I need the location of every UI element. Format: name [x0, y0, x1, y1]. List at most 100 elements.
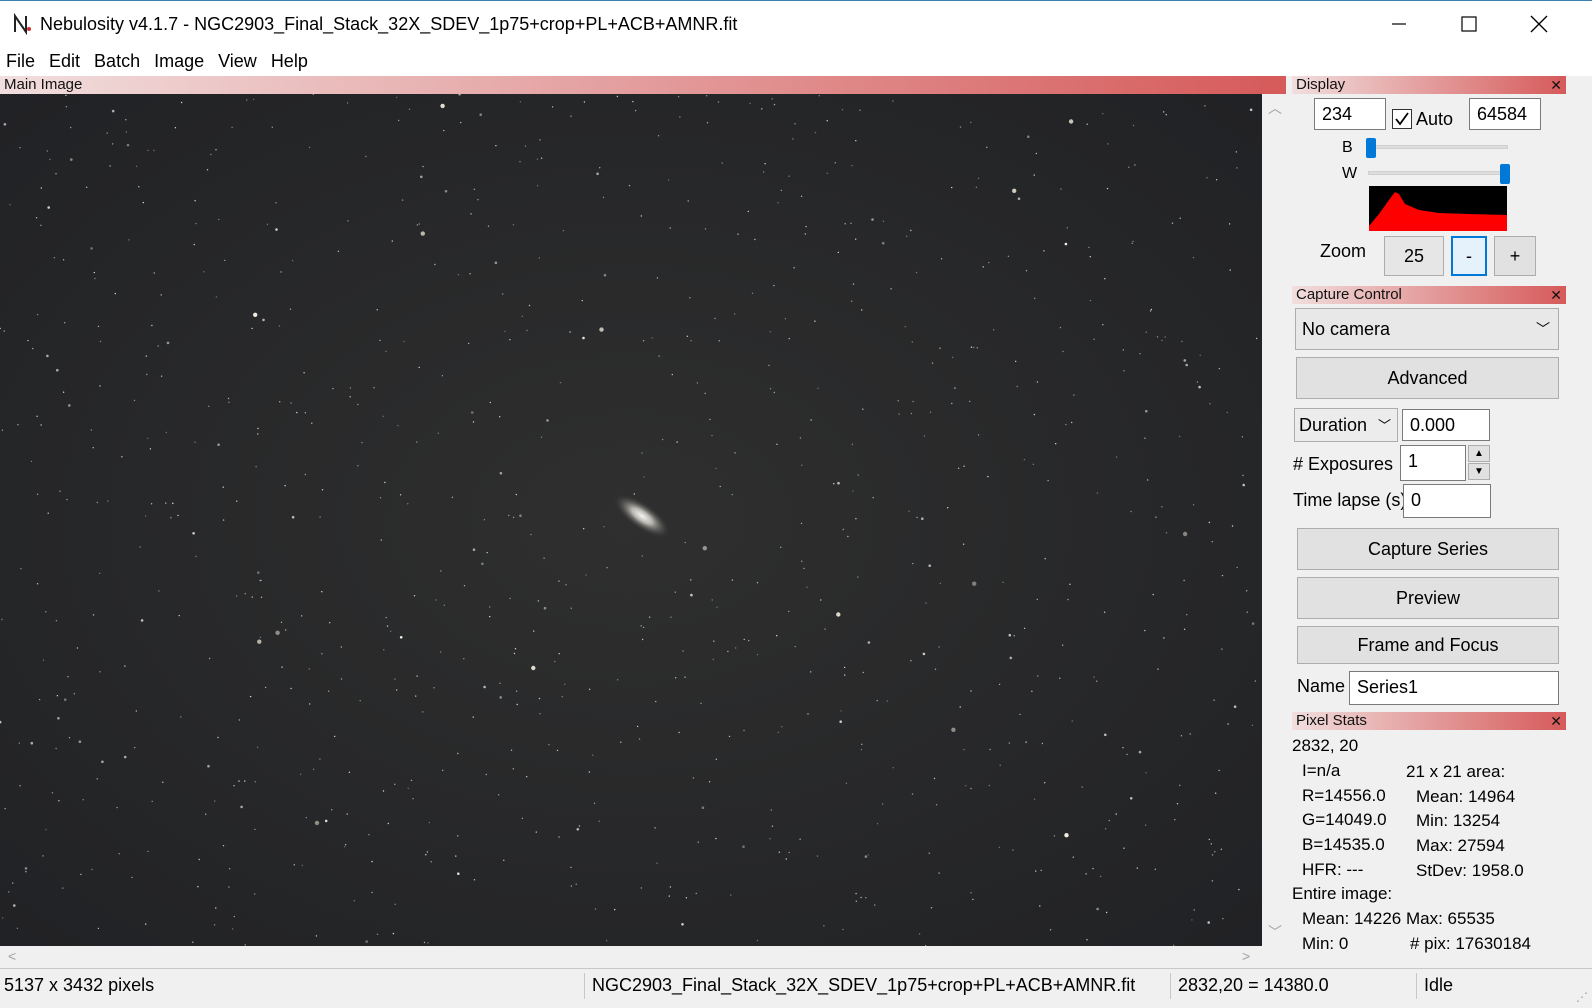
star — [1198, 385, 1201, 389]
vertical-scrollbar[interactable]: ︿ ﹀ — [1262, 94, 1286, 946]
white-point-field[interactable]: 64584 — [1469, 98, 1541, 130]
star — [86, 186, 88, 188]
star — [62, 391, 65, 393]
star — [556, 749, 559, 752]
star — [1145, 772, 1147, 774]
exposures-field[interactable]: 1 — [1400, 445, 1466, 481]
capture-series-button[interactable]: Capture Series — [1297, 528, 1559, 570]
star — [149, 448, 152, 450]
star — [935, 804, 938, 806]
exposures-increment-button[interactable]: ▲ — [1468, 445, 1490, 462]
star — [271, 126, 273, 128]
resize-grip-icon[interactable]: ⋰ — [1576, 990, 1588, 1004]
star — [178, 614, 180, 617]
spin-up-icon: ▲ — [1474, 448, 1484, 459]
star — [125, 131, 128, 133]
star — [324, 819, 328, 823]
scroll-up-icon[interactable]: ︿ — [1268, 98, 1282, 118]
star — [1229, 269, 1231, 271]
star — [855, 238, 857, 240]
star — [708, 781, 711, 783]
maximize-icon — [1461, 16, 1477, 32]
star — [59, 490, 61, 492]
display-panel-header: Display ✕ — [1292, 76, 1566, 94]
star — [224, 259, 226, 262]
star — [249, 695, 252, 698]
scroll-right-icon[interactable]: > — [1242, 948, 1250, 964]
star — [614, 908, 616, 911]
star — [73, 693, 76, 695]
star — [1086, 939, 1088, 941]
close-window-button[interactable] — [1504, 1, 1574, 47]
star — [359, 700, 361, 702]
star — [1064, 833, 1069, 838]
star — [540, 157, 543, 159]
star — [778, 851, 780, 853]
capture-close-icon[interactable]: ✕ — [1550, 286, 1562, 304]
preview-button[interactable]: Preview — [1297, 577, 1559, 619]
zoom-out-button[interactable]: - — [1451, 236, 1487, 276]
star — [299, 773, 302, 775]
frame-and-focus-button[interactable]: Frame and Focus — [1297, 626, 1559, 664]
star — [246, 99, 248, 101]
star — [855, 140, 857, 142]
star — [280, 271, 282, 273]
zoom-in-button[interactable]: + — [1494, 236, 1536, 276]
main-image-canvas[interactable] — [0, 94, 1262, 946]
w-slider-thumb[interactable] — [1500, 164, 1511, 184]
star — [90, 247, 93, 250]
duration-field[interactable]: 0.000 — [1402, 409, 1490, 441]
star — [150, 503, 153, 505]
star — [704, 392, 706, 395]
star — [730, 894, 732, 896]
star — [1092, 867, 1094, 870]
scroll-down-icon[interactable]: ﹀ — [1268, 922, 1282, 942]
star — [47, 512, 49, 514]
scroll-left-icon[interactable]: < — [8, 948, 16, 964]
black-point-field[interactable]: 234 — [1314, 98, 1386, 130]
advanced-button[interactable]: Advanced — [1296, 357, 1559, 399]
menu-image[interactable]: Image — [154, 51, 204, 72]
auto-checkbox[interactable] — [1392, 109, 1412, 129]
star — [347, 220, 349, 222]
star — [415, 695, 417, 697]
star — [682, 650, 684, 652]
star — [1138, 750, 1142, 754]
menu-batch[interactable]: Batch — [94, 51, 140, 72]
b-slider-thumb[interactable] — [1365, 138, 1376, 158]
pixel-stats-close-icon[interactable]: ✕ — [1550, 712, 1562, 730]
star — [933, 777, 936, 780]
menu-file[interactable]: File — [6, 51, 35, 72]
star — [686, 335, 689, 337]
w-slider-track[interactable] — [1368, 171, 1508, 175]
star — [1165, 532, 1168, 534]
star — [1086, 123, 1088, 125]
horizontal-scrollbar[interactable]: < > — [0, 946, 1286, 968]
star — [357, 465, 359, 467]
star — [810, 671, 812, 673]
duration-select[interactable]: Duration ﹀ — [1294, 408, 1398, 442]
menu-help[interactable]: Help — [271, 51, 308, 72]
display-close-icon[interactable]: ✕ — [1550, 76, 1562, 94]
exposures-decrement-button[interactable]: ▼ — [1468, 463, 1490, 480]
star — [151, 800, 153, 803]
star — [780, 189, 783, 192]
camera-select[interactable]: No camera ﹀ — [1295, 308, 1559, 350]
star — [721, 162, 723, 164]
timelapse-field[interactable]: 0 — [1403, 484, 1491, 518]
star — [422, 165, 424, 168]
star — [412, 798, 414, 800]
star — [165, 502, 167, 504]
maximize-button[interactable] — [1434, 1, 1504, 47]
menu-edit[interactable]: Edit — [49, 51, 80, 72]
minimize-button[interactable] — [1364, 1, 1434, 47]
b-slider-track[interactable] — [1368, 145, 1508, 149]
star — [839, 720, 842, 723]
star — [537, 600, 539, 602]
star — [777, 731, 779, 734]
star — [13, 904, 16, 907]
menu-view[interactable]: View — [218, 51, 257, 72]
star — [521, 817, 524, 820]
star — [463, 585, 466, 587]
series-name-field[interactable]: Series1 — [1349, 671, 1559, 705]
